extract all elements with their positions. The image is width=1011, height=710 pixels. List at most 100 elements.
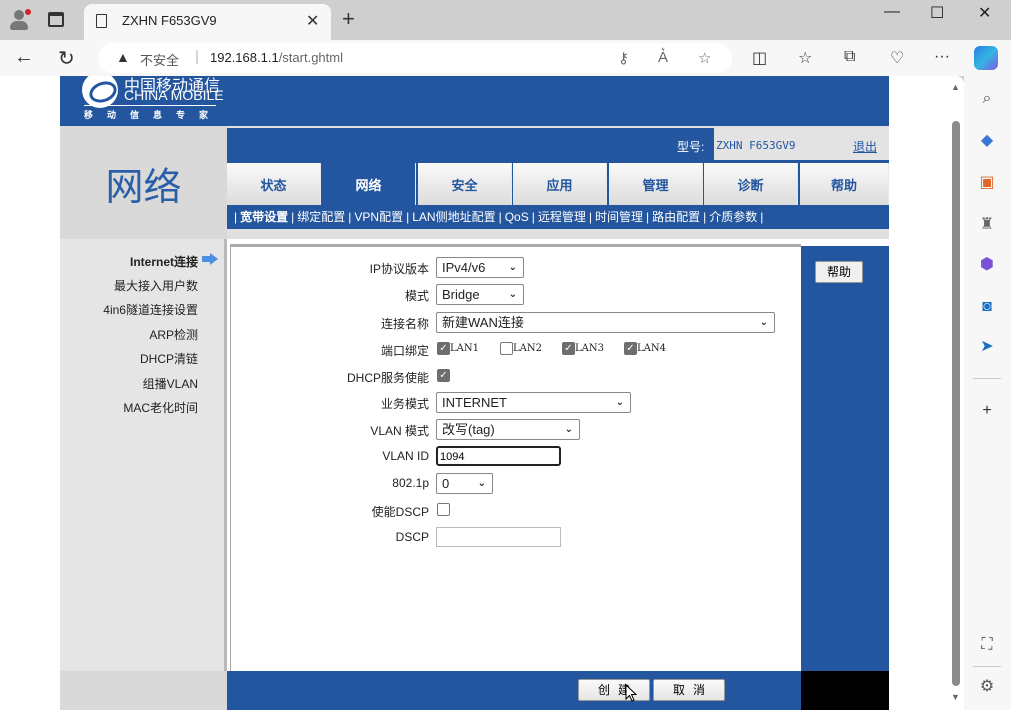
conn-name-label: 连接名称 [380,317,429,331]
conn-name-select[interactable]: 新建WAN连接 ⌄ [436,312,775,333]
menu-tab-application[interactable]: 应用 [513,163,607,205]
left-nav-4in6-tunnel[interactable]: 4in6隧道连接设置 [103,301,198,318]
submenu-binding[interactable]: 绑定配置 [297,210,345,224]
tools-icon[interactable]: ▣ [976,172,998,194]
vlan-id-input[interactable]: 1094 [436,446,561,466]
footer-bar: 创建 取消 [227,671,801,710]
lan2-checkbox[interactable] [500,342,513,355]
cancel-button[interactable]: 取消 [653,679,725,701]
browser-essentials-icon[interactable]: ♡ [890,48,904,68]
close-window-icon[interactable]: ✕ [978,3,991,23]
read-aloud-icon[interactable]: A͛ [658,49,668,66]
url-text[interactable]: 192.168.1.1/start.ghtml [210,50,343,65]
vlan-id-label: VLAN ID [382,449,429,463]
main-menu: 状态 网络 安全 应用 管理 诊断 帮助 [227,160,889,205]
settings-icon[interactable]: ⚙ [976,676,998,698]
search-icon[interactable]: ⌕ [976,88,998,110]
submenu-media-params[interactable]: 介质参数 [709,210,757,224]
page-icon [96,14,107,28]
lan4-label: LAN4 [637,343,666,354]
ip-version-label: IP协议版本 [369,262,429,276]
enable-dscp-checkbox[interactable] [437,503,450,516]
outlook-icon[interactable]: ◙ [976,296,998,318]
arrow-right-icon [202,253,218,265]
shopping-tag-icon[interactable]: ◆ [976,130,998,152]
security-label[interactable]: 不安全 [140,50,179,69]
service-mode-select[interactable]: INTERNET ⌄ [436,392,631,413]
scroll-up-icon[interactable]: ▲ [951,82,960,92]
scroll-down-icon[interactable]: ▼ [951,692,960,702]
lan3-checkbox[interactable]: ✓ [562,342,575,355]
minimize-icon[interactable]: — [884,3,900,21]
submenu-vpn[interactable]: VPN配置 [354,210,403,224]
close-tab-icon[interactable]: ✕ [306,11,319,31]
scrollbar-thumb[interactable] [952,121,960,686]
conn-name-row: 连接名称 新建WAN连接 ⌄ [231,312,802,334]
left-nav-max-users[interactable]: 最大接入用户数 [114,277,198,294]
china-mobile-logo-icon [82,76,118,108]
tab-actions-icon[interactable] [48,12,64,27]
page-scrollbar[interactable]: ▲ ▼ [948,76,964,710]
submenu-lan-address[interactable]: LAN侧地址配置 [412,210,495,224]
vlan-mode-value: 改写(tag) [442,422,495,437]
password-key-icon[interactable]: ⚷ [618,49,629,67]
service-mode-label: 业务模式 [380,397,429,411]
chevron-down-icon: ⌄ [508,262,517,273]
back-icon[interactable]: ← [14,46,34,69]
vlan-mode-select[interactable]: 改写(tag) ⌄ [436,419,580,440]
mode-select[interactable]: Bridge ⌄ [436,284,524,305]
chevron-down-icon: ⌄ [759,317,768,328]
microsoft365-icon[interactable]: ⬢ [976,254,998,276]
left-nav-multicast-vlan[interactable]: 组播VLAN [143,375,198,392]
dhcp-service-checkbox[interactable]: ✓ [437,369,450,382]
lan1-label: LAN1 [450,343,479,354]
lan1-checkbox[interactable]: ✓ [437,342,450,355]
more-icon[interactable]: ··· [934,48,950,66]
collections-icon[interactable]: ⧉ [844,48,855,66]
dot1p-select[interactable]: 0 ⌄ [436,473,493,494]
submenu-broadband[interactable]: 宽带设置 [240,210,288,224]
sub-menu: | 宽带设置 | 绑定配置 | VPN配置 | LAN侧地址配置 | QoS | 远程管理 | 时间管理 |… [227,205,889,229]
address-bar[interactable]: ▲ 不安全 | 192.168.1.1/start.ghtml ⚷ A͛ ☆ [98,43,732,73]
logout-link[interactable]: 退出 [853,138,877,155]
submenu-routing[interactable]: 路由配置 [652,210,700,224]
model-bar: 型号: ZXHN F653GV9 退出 [227,126,889,160]
conn-name-value: 新建WAN连接 [442,315,524,330]
menu-tab-network[interactable]: 网络 [322,163,416,205]
menu-tab-diagnostics[interactable]: 诊断 [704,163,798,205]
browser-tab[interactable]: ZXHN F653GV9 ✕ [84,4,331,40]
submenu-qos[interactable]: QoS [505,210,529,224]
add-icon[interactable]: + [976,400,998,422]
favorites-icon[interactable]: ☆ [798,48,812,68]
browser-sidebar: ⌕ ◆ ▣ ♜ ⬢ ◙ ➤ + ⛶ ⚙ [964,76,1011,710]
left-nav-mac-aging[interactable]: MAC老化时间 [123,399,198,416]
left-nav-arp-detect[interactable]: ARP检测 [149,326,198,343]
send-icon[interactable]: ➤ [976,336,998,358]
menu-tab-security[interactable]: 安全 [418,163,512,205]
new-tab-icon[interactable]: + [342,6,355,32]
profile-avatar-icon[interactable] [8,9,31,31]
menu-tab-management[interactable]: 管理 [609,163,703,205]
favorite-star-icon[interactable]: ☆ [698,49,711,67]
menu-tab-status[interactable]: 状态 [227,163,321,205]
left-nav: Internet连接 最大接入用户数 4in6隧道连接设置 ARP检测 DHCP… [60,239,227,671]
left-nav-dhcp-clear[interactable]: DHCP清链 [140,350,198,367]
ip-version-select[interactable]: IPv4/v6 ⌄ [436,257,524,278]
screenshot-icon[interactable]: ⛶ [976,634,998,656]
dscp-input[interactable] [436,527,561,547]
menu-tab-help[interactable]: 帮助 [800,163,889,205]
help-button[interactable]: 帮助 [815,261,863,283]
create-button[interactable]: 创建 [578,679,650,701]
dot1p-row: 802.1p 0 ⌄ [231,473,802,495]
maximize-icon[interactable]: ☐ [930,3,944,23]
copilot-icon[interactable] [974,46,998,70]
submenu-remote-management[interactable]: 远程管理 [538,210,586,224]
left-nav-internet[interactable]: Internet连接 [130,253,198,270]
split-screen-icon[interactable]: ◫ [752,48,767,68]
lan4-checkbox[interactable]: ✓ [624,342,637,355]
footer-left [60,671,227,710]
submenu-time-management[interactable]: 时间管理 [595,210,643,224]
games-icon[interactable]: ♜ [976,214,998,236]
vlan-mode-label: VLAN 模式 [370,424,429,438]
refresh-icon[interactable]: ↻ [58,46,75,71]
